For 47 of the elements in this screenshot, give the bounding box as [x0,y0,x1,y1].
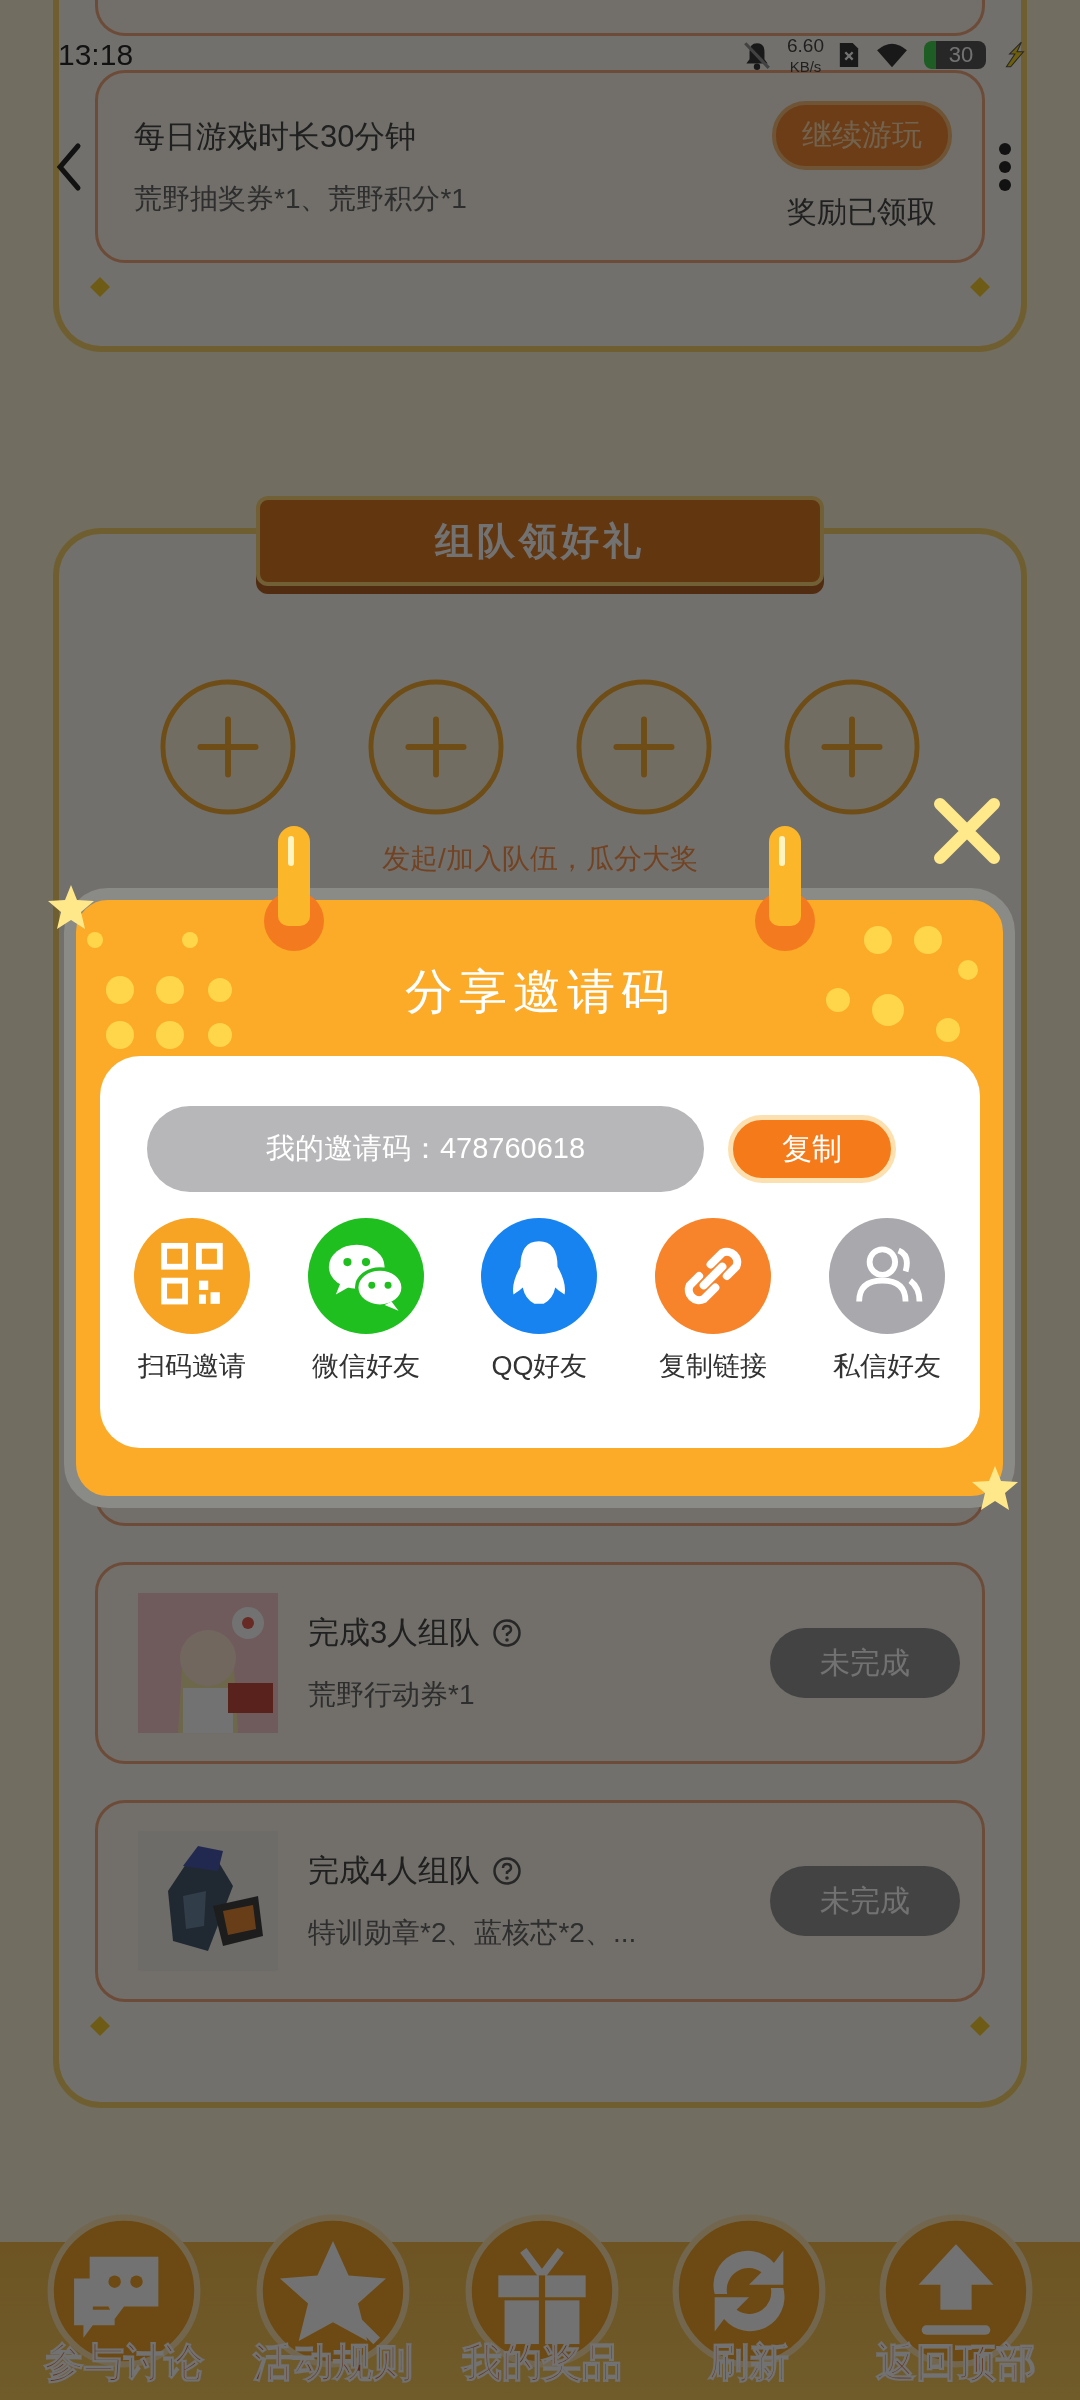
share-label[interactable]: 私信好友 [832,1348,941,1384]
status-text: 奖励已领取 [787,193,937,230]
chat-bubbles-icon[interactable] [307,1218,424,1334]
invite-code-field: 我的邀请码：478760618 [147,1106,704,1192]
add-member-icon[interactable] [367,678,505,816]
close-icon[interactable] [932,796,1002,866]
people-icon[interactable] [828,1218,945,1334]
star-icon [970,1464,1020,1512]
continue-button[interactable]: 继续游玩 [772,100,952,170]
dialog-title: 分享邀请码 [404,964,675,1020]
add-member-icon[interactable] [783,678,921,816]
copy-button[interactable]: 复制 [728,1115,896,1183]
task-title: 完成3人组队 [308,1614,481,1652]
battery-level: 30 [948,42,974,68]
share-label[interactable]: 微信好友 [311,1348,420,1384]
add-member-icon[interactable] [159,678,297,816]
network-speed: 6.60 [787,36,824,55]
task-title: 每日游戏时长30分钟 [134,117,418,156]
star-icon [46,883,96,931]
nav-label[interactable]: 参与讨论 [44,2335,205,2390]
reward-text: 荒野行动券*1 [308,1678,476,1712]
help-icon [492,1856,523,1886]
hint-text: 发起/加入队伍，瓜分大奖 [382,842,698,876]
share-label[interactable]: QQ好友 [491,1348,588,1384]
diamond-icon [90,2016,110,2036]
diamond-icon [90,277,110,297]
penguin-icon[interactable] [481,1218,598,1334]
diamond-icon [970,2016,990,2036]
link-icon[interactable] [655,1218,772,1334]
nav-label[interactable]: 我的奖品 [462,2335,622,2390]
mute-icon [741,39,773,71]
reward-text: 特训勋章*2、蓝核芯*2、... [308,1916,638,1950]
help-icon [492,1618,523,1648]
nav-label[interactable]: 返回顶部 [875,2335,1036,2390]
more-icon[interactable] [998,142,1012,192]
nav-label[interactable]: 活动规则 [253,2335,414,2390]
share-label[interactable]: 扫码邀请 [138,1348,247,1384]
network-unit: KB/s [789,59,822,74]
nav-label[interactable]: 刷新 [708,2335,789,2390]
qr-code-icon[interactable] [134,1218,251,1334]
reward-text: 荒野抽奖券*1、荒野积分*1 [134,181,467,216]
add-member-icon[interactable] [575,678,713,816]
diamond-icon [970,277,990,297]
share-label[interactable]: 复制链接 [659,1348,768,1384]
status-time: 13:18 [58,38,134,72]
wifi-icon [874,41,910,69]
task-title: 完成4人组队 [308,1852,481,1890]
